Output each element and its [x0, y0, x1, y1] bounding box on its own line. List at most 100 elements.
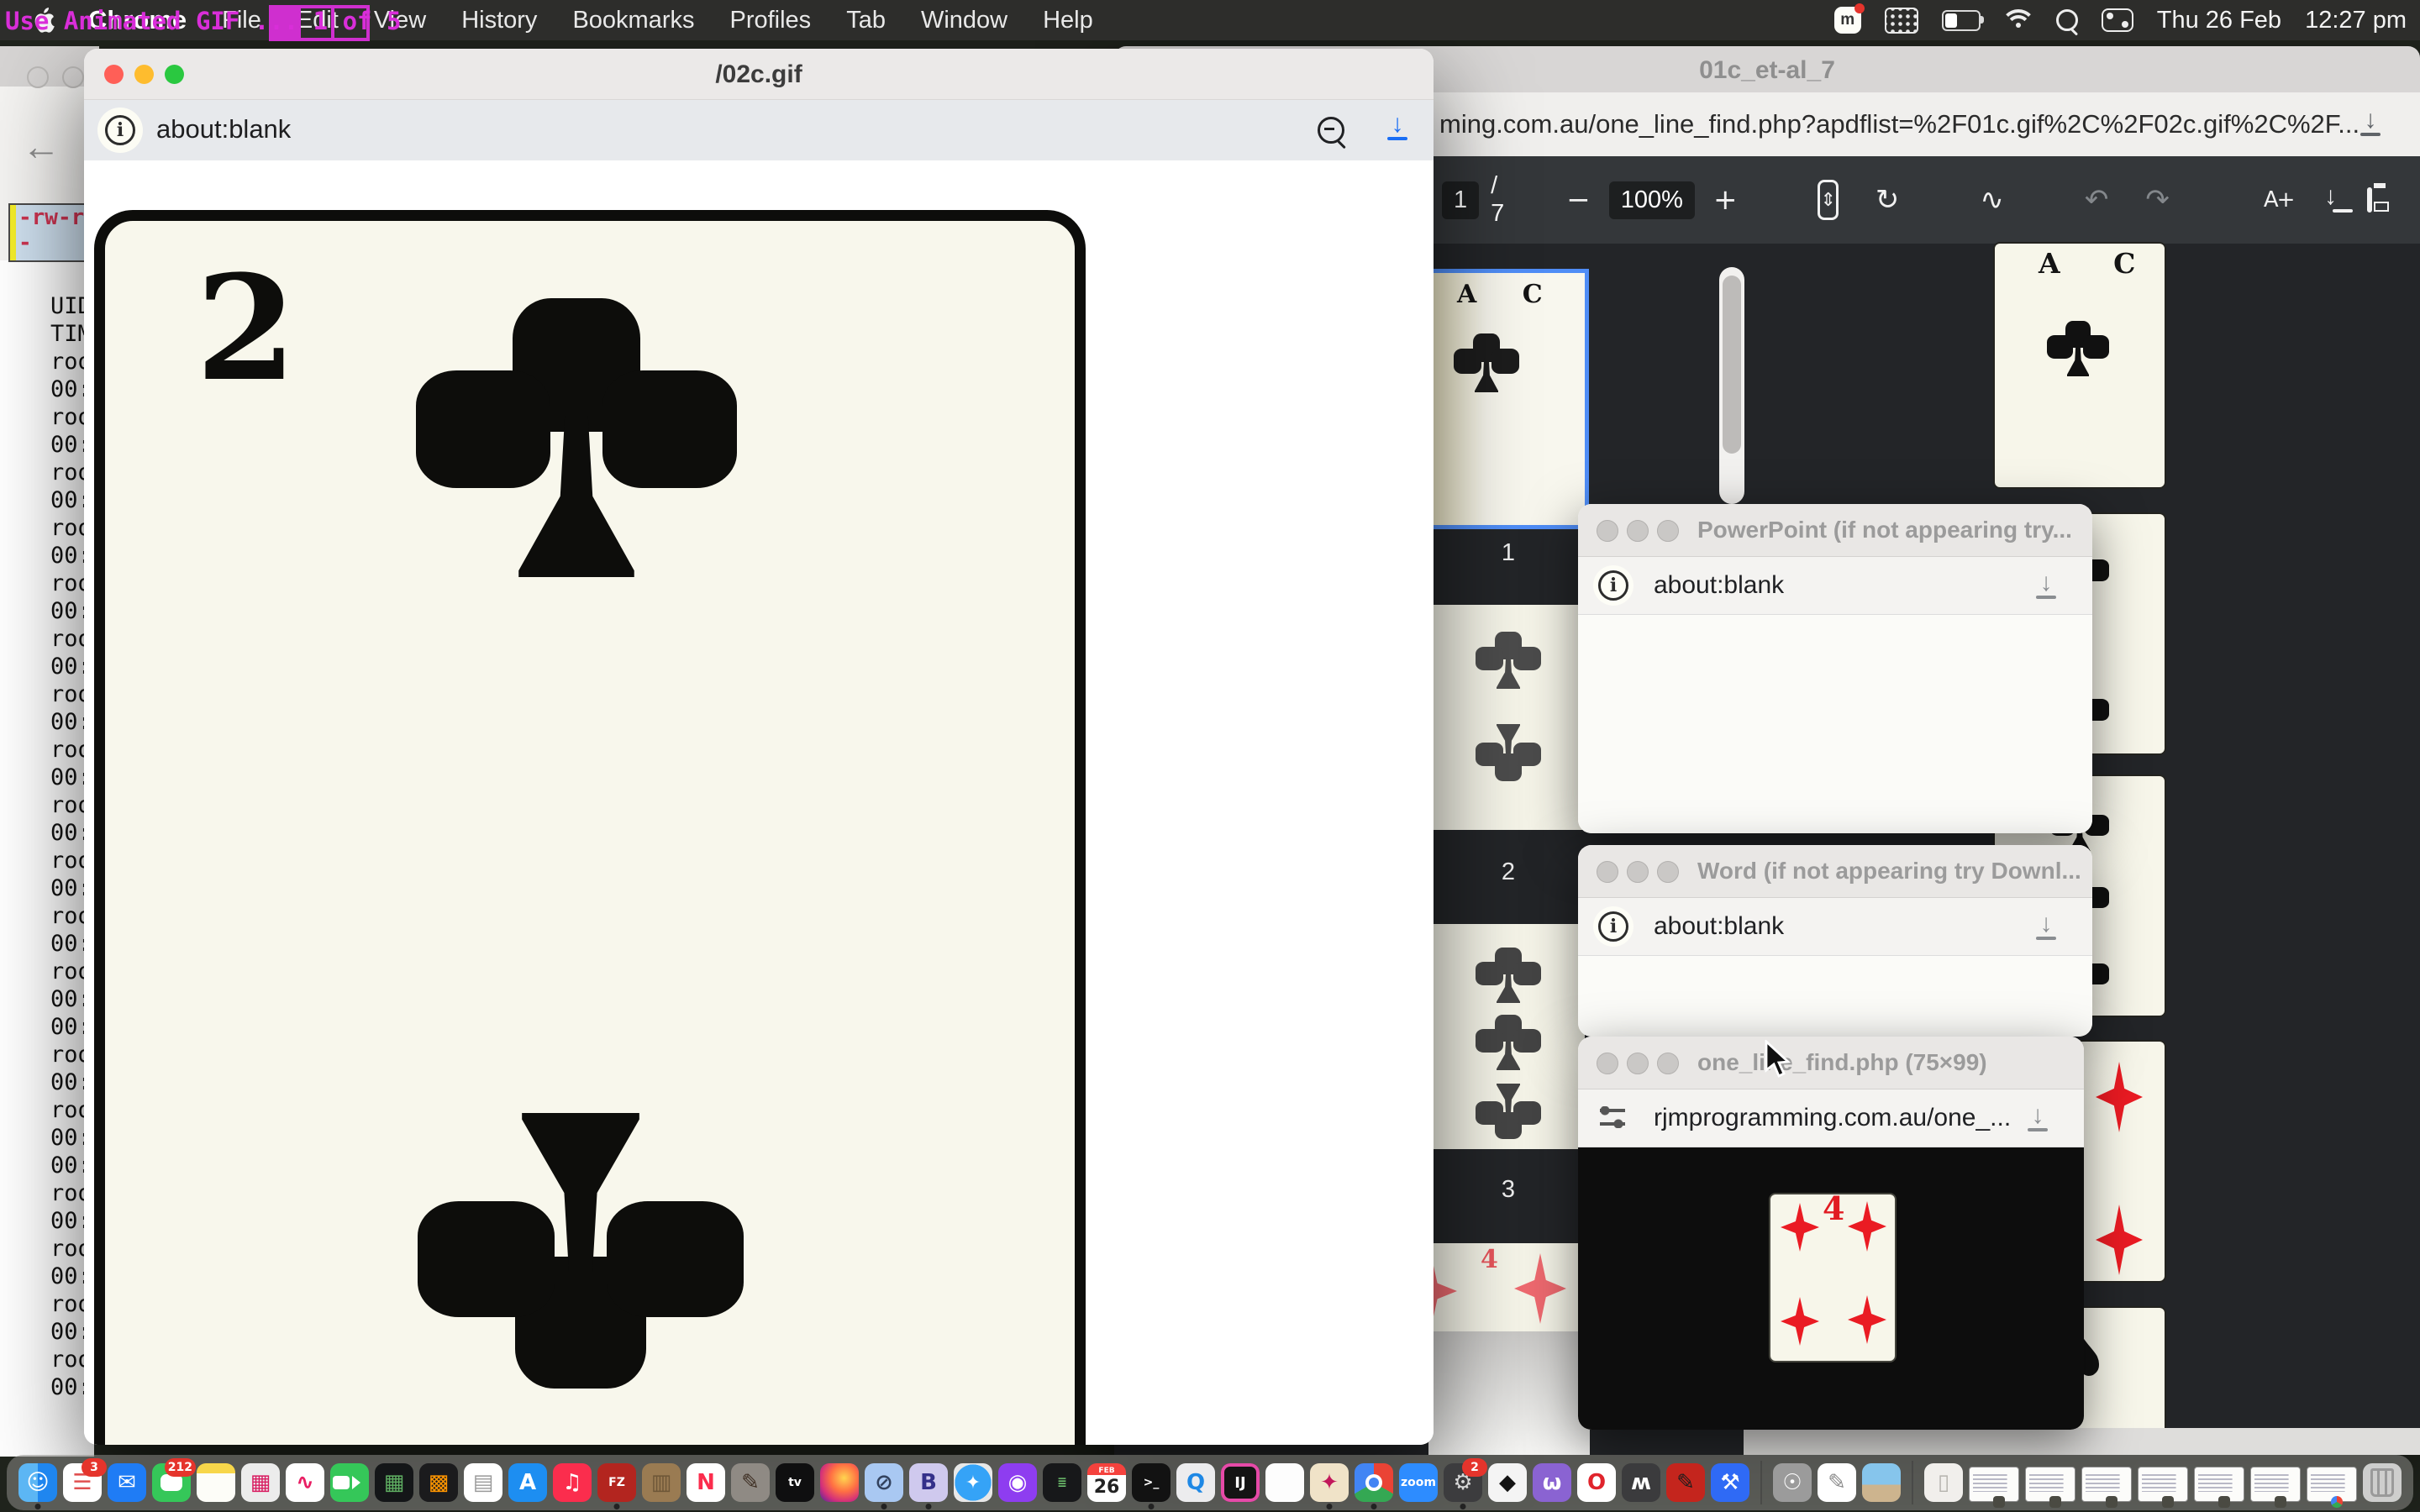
menu-bookmarks[interactable]: Bookmarks — [572, 7, 694, 34]
download-icon[interactable] — [2033, 915, 2059, 940]
dock-item-news[interactable]: N — [687, 1463, 725, 1502]
popup-url-text[interactable]: about:blank — [1654, 571, 1784, 600]
popup-titlebar[interactable]: PowerPoint (if not appearing try... — [1578, 504, 2092, 557]
download-icon[interactable] — [2033, 574, 2059, 599]
menu-window[interactable]: Window — [921, 7, 1007, 34]
inactive-traffic-light[interactable] — [62, 66, 84, 88]
dock-item-trash[interactable] — [2363, 1463, 2402, 1502]
window-titlebar[interactable]: /02c.gif — [84, 49, 1434, 100]
site-info-icon[interactable]: i — [1593, 565, 1634, 606]
dock-item-apple-tv[interactable]: tv — [776, 1463, 814, 1502]
inactive-traffic-light[interactable] — [27, 66, 49, 88]
pdf-thumbnail-page-1[interactable]: A C — [1434, 273, 1585, 525]
chat-app-status-icon[interactable]: m — [1834, 7, 1861, 34]
dock-item-quicktime[interactable]: Q — [1176, 1463, 1215, 1502]
menu-time[interactable]: 12:27 pm — [2305, 7, 2407, 34]
dock-item-terminal[interactable]: >_ — [1132, 1463, 1171, 1502]
dock-item-accessibility[interactable]: ☉ — [1773, 1463, 1812, 1502]
dock-item-mail[interactable]: ✉ — [108, 1463, 146, 1502]
inactive-minimize-button[interactable] — [1627, 861, 1649, 883]
zoom-in-button[interactable]: + — [1713, 183, 1738, 217]
inactive-close-button[interactable] — [1597, 1053, 1618, 1074]
popup-titlebar[interactable]: one_line_find.php (75×99) — [1578, 1037, 2084, 1089]
popup-titlebar[interactable]: Word (if not appearing try Downl... — [1578, 845, 2092, 898]
pdf-thumbnail-page-3[interactable] — [1434, 924, 1585, 1149]
download-button[interactable] — [1385, 115, 1410, 140]
dock-item-intellij[interactable]: IJ — [1221, 1463, 1260, 1502]
dock-item-gimp[interactable]: ✎ — [731, 1463, 770, 1502]
dock-item-safari[interactable]: ✦ — [954, 1463, 992, 1502]
dock-item-calendar[interactable]: FEB26 — [1087, 1463, 1126, 1502]
dock-item-archive-jar[interactable]: ▯ — [1924, 1463, 1963, 1502]
dock-item-desktop-photo[interactable] — [1862, 1463, 1901, 1502]
dock-item-block-app[interactable]: ⊘ — [865, 1463, 903, 1502]
dock-item-contacts[interactable]: ▥ — [642, 1463, 681, 1502]
popup-url-text[interactable]: rjmprogramming.com.au/one_... — [1654, 1104, 2011, 1132]
dock-item-doc-pencil[interactable]: ✎ — [1818, 1463, 1856, 1502]
inactive-zoom-button[interactable] — [1657, 1053, 1679, 1074]
page-3-label[interactable]: 3 — [1428, 1176, 1588, 1204]
dock-item-minimized-window-1[interactable] — [1969, 1467, 2019, 1502]
popup-url-text[interactable]: about:blank — [1654, 912, 1784, 941]
dock-item-red-art[interactable]: ✎ — [1666, 1463, 1705, 1502]
dock-item-tooth-app[interactable]: ʍ — [1622, 1463, 1660, 1502]
dock-item-bbedit[interactable]: B — [909, 1463, 948, 1502]
popup-address-bar[interactable]: i about:blank — [1578, 898, 2092, 956]
dock-item-art-palette[interactable]: ✦ — [1310, 1463, 1349, 1502]
dock-item-reminders[interactable]: ☰3 — [63, 1463, 102, 1502]
dock-item-settings[interactable]: ⚙2 — [1444, 1463, 1482, 1502]
dock-item-inkscape[interactable]: ◆ — [1488, 1463, 1527, 1502]
inactive-close-button[interactable] — [1597, 861, 1618, 883]
dock-item-minimized-window-6[interactable] — [2250, 1467, 2301, 1502]
menu-help[interactable]: Help — [1043, 7, 1093, 34]
zoom-level-input[interactable]: 100% — [1609, 181, 1695, 219]
dock-item-filezilla[interactable]: FZ — [597, 1463, 636, 1502]
undo-button[interactable]: ↶ — [2085, 183, 2109, 217]
page-number-input[interactable]: 1 — [1442, 181, 1479, 219]
page-1-label[interactable]: 1 — [1428, 539, 1588, 567]
menu-date[interactable]: Thu 26 Feb — [2157, 7, 2281, 34]
print-button[interactable] — [2367, 187, 2372, 213]
dock-item-minimized-window-5[interactable] — [2194, 1467, 2244, 1502]
pdf-thumbnail-page-4[interactable]: 4 — [1428, 1243, 1585, 1331]
dock-item-launchpad[interactable]: ▦ — [241, 1463, 280, 1502]
battery-icon[interactable] — [1942, 10, 1981, 31]
dock-item-freeform[interactable]: ∿ — [286, 1463, 324, 1502]
control-center-icon[interactable] — [2102, 8, 2133, 32]
dock-item-textedit[interactable]: ▤ — [464, 1463, 502, 1502]
inactive-minimize-button[interactable] — [1627, 520, 1649, 542]
inactive-minimize-button[interactable] — [1627, 1053, 1649, 1074]
dock-item-facetime[interactable] — [330, 1463, 369, 1502]
back-arrow-icon[interactable]: ← — [22, 123, 60, 169]
wifi-icon[interactable] — [2004, 9, 2033, 31]
inactive-zoom-button[interactable] — [1657, 861, 1679, 883]
spotlight-search-icon[interactable] — [2056, 9, 2078, 31]
inactive-zoom-button[interactable] — [1657, 520, 1679, 542]
pdf-scrollbar[interactable] — [1719, 267, 1744, 504]
dock-item-music[interactable]: ♫ — [553, 1463, 592, 1502]
popup-address-bar[interactable]: i about:blank — [1578, 557, 2092, 615]
dock-item-finder[interactable]: ☺ — [18, 1463, 57, 1502]
zoom-out-icon[interactable] — [1318, 117, 1344, 144]
download-icon[interactable] — [2025, 1106, 2050, 1131]
dock-item-hammer-app[interactable]: ⚒ — [1711, 1463, 1749, 1502]
rotate-button[interactable]: ↻ — [1876, 183, 1900, 217]
dock-item-minimized-window-4[interactable] — [2138, 1467, 2188, 1502]
more-options-button[interactable]: ⋮ — [2409, 183, 2420, 217]
dock-item-blank-doc[interactable] — [1265, 1463, 1304, 1502]
dock-item-zoom[interactable]: zoom — [1399, 1463, 1438, 1502]
zoom-out-button[interactable]: − — [1566, 183, 1591, 217]
fit-page-button[interactable]: ⇕ — [1818, 180, 1838, 220]
url-text[interactable]: about:blank — [156, 114, 291, 144]
dock-item-minimized-window-3[interactable] — [2081, 1467, 2132, 1502]
page-2-label[interactable]: 2 — [1428, 858, 1588, 886]
inactive-close-button[interactable] — [1597, 520, 1618, 542]
download-icon[interactable] — [2358, 111, 2383, 136]
window-grid-icon[interactable] — [1885, 8, 1918, 34]
site-settings-icon[interactable] — [1600, 1106, 1625, 1128]
dock-item-opera[interactable]: O — [1577, 1463, 1616, 1502]
redo-button[interactable]: ↷ — [2145, 183, 2170, 217]
dock-item-messages[interactable]: 212 — [152, 1463, 191, 1502]
dock-item-firefox[interactable] — [820, 1463, 859, 1502]
dock-item-minimized-window-2[interactable] — [2025, 1467, 2075, 1502]
